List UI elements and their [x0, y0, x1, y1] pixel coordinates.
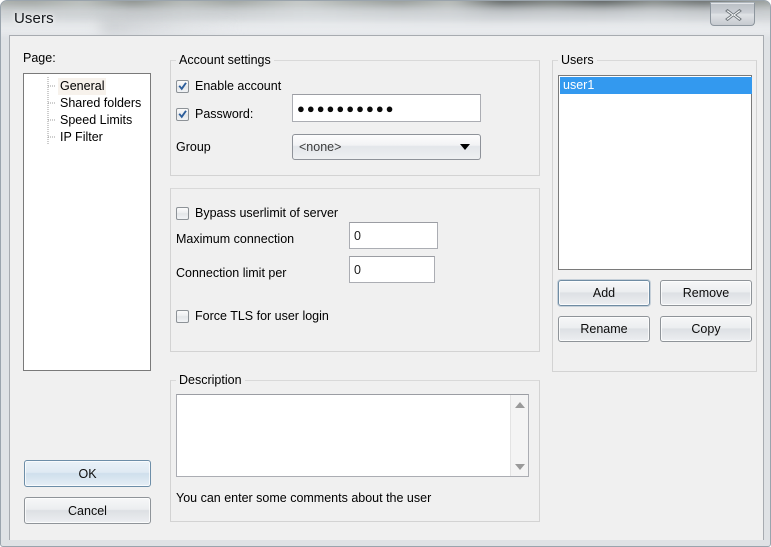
- account-settings-legend: Account settings: [176, 53, 274, 67]
- dialog-client-area: Page: General Shared folders Speed Limit…: [9, 35, 764, 540]
- rename-user-button-label: Rename: [580, 322, 628, 336]
- rename-user-button[interactable]: Rename: [558, 316, 650, 342]
- checkbox-checked-icon: [176, 107, 189, 121]
- chevron-down-icon: [460, 144, 470, 150]
- page-panel-label: Page:: [23, 51, 56, 65]
- add-user-button[interactable]: Add: [558, 280, 650, 306]
- users-list-box[interactable]: user1: [558, 75, 752, 270]
- ok-button-label: OK: [78, 466, 97, 481]
- tree-item-ip-filter[interactable]: IP Filter: [58, 129, 105, 146]
- bypass-userlimit-label: Bypass userlimit of server: [195, 206, 339, 220]
- close-x-icon: [711, 3, 756, 27]
- password-input[interactable]: ●●●●●●●●●●: [292, 94, 481, 122]
- triangle-up-icon: [514, 401, 525, 408]
- password-checkbox[interactable]: Password:: [176, 106, 253, 122]
- users-dialog-window: Users Page: General Shared folders Speed…: [0, 0, 771, 547]
- connection-limit-per-label: Connection limit per: [176, 266, 287, 280]
- copy-user-button[interactable]: Copy: [660, 316, 752, 342]
- window-title: Users: [14, 10, 54, 27]
- tree-item-speed-limits[interactable]: Speed Limits: [58, 112, 134, 129]
- titlebar: Users: [1, 1, 770, 39]
- maximum-connection-value: 0: [354, 228, 361, 243]
- description-scrollbar[interactable]: [510, 395, 528, 476]
- triangle-down-icon: [514, 463, 525, 470]
- password-label: Password:: [195, 107, 254, 121]
- tree-item-shared-folders[interactable]: Shared folders: [58, 95, 143, 112]
- maximum-connection-label: Maximum connection: [176, 232, 295, 246]
- group-combobox[interactable]: <none>: [292, 134, 481, 160]
- page-tree-box[interactable]: General Shared folders Speed Limits IP F…: [23, 73, 151, 371]
- checkbox-checked-icon: [176, 79, 189, 93]
- connection-limit-per-input[interactable]: 0: [349, 256, 435, 283]
- description-textarea[interactable]: [176, 394, 529, 477]
- copy-user-button-label: Copy: [691, 322, 721, 336]
- scroll-up-button[interactable]: [511, 396, 528, 413]
- remove-user-button-label: Remove: [682, 286, 730, 300]
- scroll-down-button[interactable]: [511, 458, 528, 475]
- users-legend: Users: [558, 53, 597, 67]
- enable-account-checkbox[interactable]: Enable account: [176, 78, 281, 94]
- force-tls-checkbox[interactable]: Force TLS for user login: [176, 308, 329, 324]
- checkbox-unchecked-icon: [176, 309, 189, 323]
- password-value: ●●●●●●●●●●: [297, 100, 396, 116]
- group-selected-value: <none>: [299, 140, 342, 154]
- ok-button[interactable]: OK: [24, 460, 151, 487]
- group-label: Group: [176, 140, 211, 154]
- add-user-button-label: Add: [592, 286, 616, 300]
- checkbox-unchecked-icon: [176, 206, 189, 220]
- description-legend: Description: [176, 373, 245, 387]
- cancel-button-label: Cancel: [68, 503, 107, 518]
- force-tls-label: Force TLS for user login: [195, 309, 329, 323]
- enable-account-label: Enable account: [195, 79, 282, 93]
- cancel-button[interactable]: Cancel: [24, 497, 151, 524]
- list-item[interactable]: user1: [560, 77, 752, 94]
- maximum-connection-input[interactable]: 0: [349, 222, 438, 249]
- window-frame: Users Page: General Shared folders Speed…: [0, 0, 771, 547]
- close-button[interactable]: [710, 2, 755, 26]
- remove-user-button[interactable]: Remove: [660, 280, 752, 306]
- connection-limit-per-value: 0: [354, 262, 361, 277]
- description-hint: You can enter some comments about the us…: [176, 491, 432, 505]
- tree-item-general[interactable]: General: [58, 78, 107, 95]
- bypass-userlimit-checkbox[interactable]: Bypass userlimit of server: [176, 205, 338, 221]
